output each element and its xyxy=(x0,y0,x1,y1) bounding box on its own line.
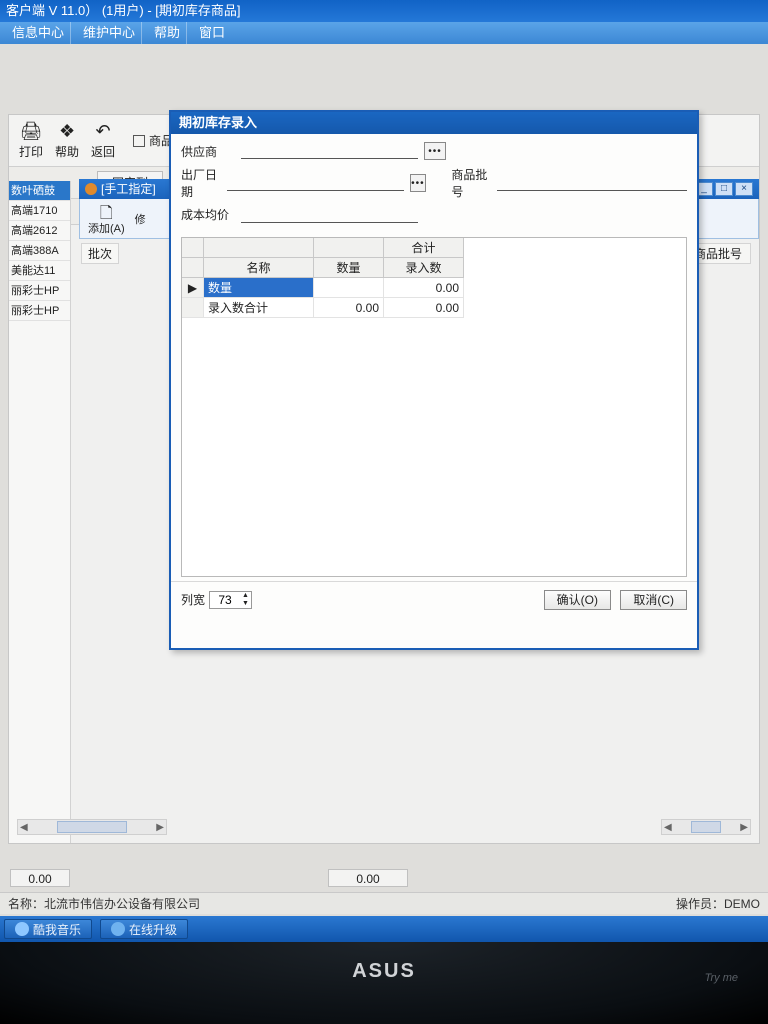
scroll-thumb[interactable] xyxy=(691,821,721,833)
dialog-form: 供应商 ••• 出厂日期 ••• 商品批号 成本均价 xyxy=(171,134,697,233)
grid-cell-qty[interactable] xyxy=(314,278,384,298)
product-batch-input[interactable] xyxy=(497,175,687,191)
scroll-thumb[interactable] xyxy=(57,821,127,833)
table-row[interactable]: ▶ 数量 0.00 xyxy=(182,278,686,298)
factory-date-lookup-button[interactable]: ••• xyxy=(410,174,427,192)
monitor-bezel: ASUS Try me xyxy=(0,942,768,1024)
back-button[interactable]: ↶ 返回 xyxy=(91,121,115,160)
list-item[interactable]: 高端2612 xyxy=(9,221,70,241)
menu-bar[interactable]: 信息中心 维护中心 帮助 窗口 xyxy=(0,22,768,44)
back-icon: ↶ xyxy=(91,121,115,141)
update-icon xyxy=(111,922,125,936)
checkbox-box-icon[interactable] xyxy=(133,135,145,147)
help-button[interactable]: ❖ 帮助 xyxy=(55,121,79,160)
edit-label: 修 xyxy=(135,211,146,227)
colwidth-input[interactable] xyxy=(210,593,240,607)
grid-cell-qty[interactable]: 0.00 xyxy=(314,298,384,318)
music-icon xyxy=(15,922,29,936)
list-item[interactable]: 高端388A xyxy=(9,241,70,261)
list-item[interactable]: 高端1710 xyxy=(9,201,70,221)
close-icon[interactable]: × xyxy=(735,182,753,196)
print-label: 打印 xyxy=(19,143,43,160)
taskbar[interactable]: 酷我音乐 在线升级 xyxy=(0,916,768,942)
dialog-title: 期初库存录入 xyxy=(171,112,697,134)
spin-up-icon[interactable]: ▲ xyxy=(240,592,251,600)
grid-qty-header: 数量 xyxy=(314,258,384,278)
grid-cell-entered[interactable]: 0.00 xyxy=(384,298,464,318)
grid-cell-entered[interactable]: 0.00 xyxy=(384,278,464,298)
colwidth-spinner[interactable]: ▲ ▼ xyxy=(209,591,252,609)
supplier-label: 供应商 xyxy=(181,143,235,160)
hscrollbar-left[interactable]: ◀ ▶ xyxy=(17,819,167,835)
menu-maint[interactable]: 维护中心 xyxy=(77,22,142,44)
menu-info[interactable]: 信息中心 xyxy=(6,22,71,44)
taskbar-label: 在线升级 xyxy=(129,921,177,938)
status-left: 名称：北流市伟信办公设备有限公司 xyxy=(8,895,200,912)
list-item[interactable]: 丽彩士HP xyxy=(9,301,70,321)
scroll-right-icon[interactable]: ▶ xyxy=(740,822,748,833)
list-item[interactable]: 美能达11 xyxy=(9,261,70,281)
taskbar-item-update[interactable]: 在线升级 xyxy=(100,919,188,939)
product-batch-label: 商品批号 xyxy=(451,166,491,200)
add-button[interactable]: 🗋 添加(A) xyxy=(88,202,125,236)
print-button[interactable]: 🖨 打印 xyxy=(19,121,43,160)
add-label: 添加(A) xyxy=(88,220,125,236)
ok-button[interactable]: 确认(O) xyxy=(544,590,611,610)
grid-entered-header: 录入数 xyxy=(384,258,464,278)
row-pointer-icon: ▶ xyxy=(182,278,204,298)
batch-header: 批次 xyxy=(81,243,119,264)
product-list[interactable]: 数叶硒鼓 高端1710 高端2612 高端388A 美能达11 丽彩士HP 丽彩… xyxy=(9,181,71,843)
table-row[interactable]: 录入数合计 0.00 0.00 xyxy=(182,298,686,318)
colwidth-label: 列宽 xyxy=(181,591,205,608)
printer-icon: 🖨 xyxy=(19,121,43,141)
back-label: 返回 xyxy=(91,143,115,160)
document-icon: 🗋 xyxy=(97,202,115,220)
status-bar: 名称：北流市伟信办公设备有限公司 操作员：DEMO xyxy=(0,892,768,914)
product-list-header[interactable]: 数叶硒鼓 xyxy=(9,181,70,201)
grid-cell-name[interactable]: 录入数合计 xyxy=(204,298,314,318)
avg-cost-label: 成本均价 xyxy=(181,206,235,223)
spin-down-icon[interactable]: ▼ xyxy=(240,600,251,608)
grid-name-header: 名称 xyxy=(204,258,314,278)
maximize-icon[interactable]: □ xyxy=(715,182,733,196)
edit-button[interactable]: 修 xyxy=(135,211,146,227)
help-icon: ❖ xyxy=(55,121,79,141)
grid-cell-name[interactable]: 数量 xyxy=(204,278,314,298)
initial-stock-dialog: 期初库存录入 供应商 ••• 出厂日期 ••• 商品批号 成本均价 xyxy=(169,110,699,650)
status-right: 操作员：DEMO xyxy=(676,895,760,912)
taskbar-label: 酷我音乐 xyxy=(33,921,81,938)
manual-assign-title: [手工指定] xyxy=(101,179,156,199)
menu-help[interactable]: 帮助 xyxy=(148,22,187,44)
supplier-input[interactable] xyxy=(241,143,418,159)
orange-bullet-icon xyxy=(85,183,97,195)
dialog-footer: 列宽 ▲ ▼ 确认(O) 取消(C) xyxy=(171,581,697,617)
grid-summary-header: 合计 xyxy=(384,238,464,258)
cancel-button[interactable]: 取消(C) xyxy=(620,590,687,610)
factory-date-label: 出厂日期 xyxy=(181,166,221,200)
menu-window[interactable]: 窗口 xyxy=(193,22,231,44)
list-item[interactable]: 丽彩士HP xyxy=(9,281,70,301)
supplier-lookup-button[interactable]: ••• xyxy=(424,142,446,160)
factory-date-input[interactable] xyxy=(227,175,404,191)
dialog-grid[interactable]: 合计 名称 数量 录入数 ▶ 数量 0.00 录入数合计 0.00 xyxy=(181,237,687,577)
avg-cost-input[interactable] xyxy=(241,207,418,223)
scroll-left-icon[interactable]: ◀ xyxy=(664,822,672,833)
monitor-menu-hint: Try me xyxy=(705,972,738,984)
help-label: 帮助 xyxy=(55,143,79,160)
monitor-brand: ASUS xyxy=(352,960,416,983)
bottom-readouts: 0.00 0.00 xyxy=(0,867,768,889)
app-title: 客户端 V 11.0） (1用户) - [期初库存商品] xyxy=(0,0,768,22)
scroll-left-icon[interactable]: ◀ xyxy=(20,822,28,833)
scroll-right-icon[interactable]: ▶ xyxy=(156,822,164,833)
readout-left: 0.00 xyxy=(10,869,70,887)
hscrollbar-right[interactable]: ◀ ▶ xyxy=(661,819,751,835)
readout-mid: 0.00 xyxy=(328,869,408,887)
taskbar-item-music[interactable]: 酷我音乐 xyxy=(4,919,92,939)
